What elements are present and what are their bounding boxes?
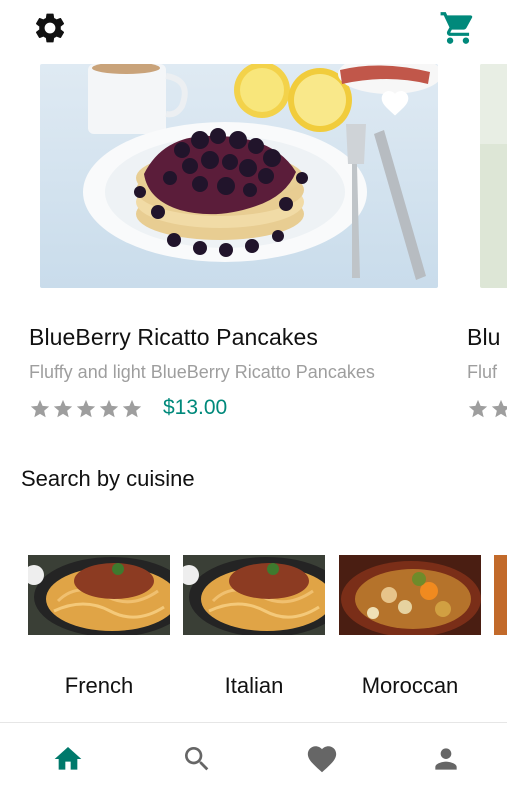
spaghetti-photo: [28, 555, 170, 635]
cuisine-carousel[interactable]: French Italian Moroccan: [0, 555, 507, 715]
settings-button[interactable]: [30, 8, 70, 48]
recipe-description: Fluf: [467, 362, 498, 382]
nav-favorites[interactable]: [300, 737, 344, 781]
recipe-image: [40, 64, 438, 288]
cuisine-section-title: Search by cuisine: [21, 466, 195, 491]
recipe-title: Blu: [467, 324, 501, 350]
recipe-description: Fluffy and light BlueBerry Ricatto Panca…: [29, 362, 375, 382]
recipe-card[interactable]: BlueBerry Ricatto Pancakes Fluffy and li…: [29, 62, 440, 432]
shopping-cart-icon: [440, 12, 473, 44]
heart-icon: [307, 746, 337, 773]
cart-button[interactable]: [436, 6, 480, 50]
top-app-bar: [0, 0, 507, 56]
tagine-photo: [339, 555, 481, 635]
home-screen: BlueBerry Ricatto Pancakes Fluffy and li…: [0, 0, 507, 722]
spaghetti-photo: [183, 555, 325, 635]
cuisine-image: [339, 555, 481, 635]
nav-home[interactable]: [46, 737, 90, 781]
star-icon: [122, 399, 142, 418]
cuisine-image: [28, 555, 170, 635]
star-icon: [491, 399, 507, 418]
star-icon: [76, 399, 96, 418]
heart-icon: [381, 91, 409, 116]
recipe-image: [480, 64, 507, 288]
cuisine-image: [183, 555, 325, 635]
recipe-title: BlueBerry Ricatto Pancakes: [29, 324, 318, 350]
cuisine-item-french[interactable]: French: [28, 555, 170, 715]
bottom-navigation-bar: [0, 722, 507, 801]
rating-stars: [29, 398, 143, 420]
cuisine-label: Italian: [224, 673, 284, 698]
featured-recipes-carousel[interactable]: BlueBerry Ricatto Pancakes Fluffy and li…: [0, 62, 507, 432]
cuisine-label: Moroccan: [361, 673, 459, 698]
cuisine-item-italian[interactable]: Italian: [183, 555, 325, 715]
nav-search[interactable]: [175, 737, 219, 781]
cuisine-item-moroccan[interactable]: Moroccan: [339, 555, 481, 715]
recipe-price: $13.00: [163, 396, 228, 419]
star-icon: [53, 399, 73, 418]
cuisine-item[interactable]: [494, 555, 507, 715]
recipe-card[interactable]: Blu Fluf: [467, 62, 507, 432]
gear-icon: [36, 13, 65, 43]
cuisine-photo: [494, 555, 507, 635]
nav-profile[interactable]: [424, 737, 468, 781]
cuisine-label: French: [64, 673, 134, 698]
star-icon: [468, 399, 488, 418]
person-icon: [435, 748, 457, 770]
star-icon: [30, 399, 50, 418]
search-icon: [185, 747, 209, 771]
home-icon: [54, 747, 82, 770]
recipe-photo: [480, 64, 507, 288]
cuisine-image: [494, 555, 507, 635]
rating-stars: [467, 398, 507, 420]
favorite-button[interactable]: [378, 86, 412, 120]
star-icon: [99, 399, 119, 418]
